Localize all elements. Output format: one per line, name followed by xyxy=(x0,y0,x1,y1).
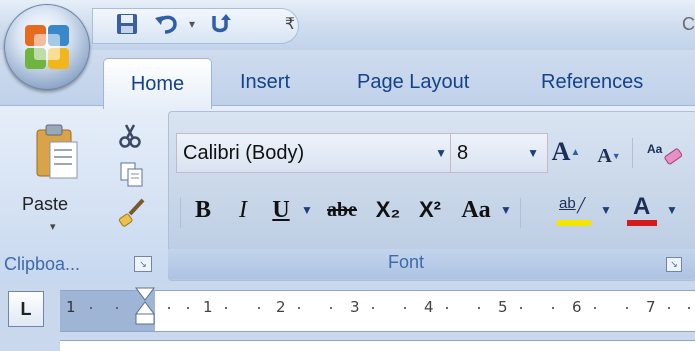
superscript-button[interactable]: X² xyxy=(410,190,450,230)
highlight-color-bar xyxy=(557,220,591,226)
font-color-label: A xyxy=(633,193,651,220)
save-button[interactable] xyxy=(112,12,142,36)
change-case-dropdown-arrow-icon[interactable]: ▼ xyxy=(498,190,514,230)
ruler-tick xyxy=(187,307,189,309)
font-size-value: 8 xyxy=(457,141,469,164)
font-color-bar xyxy=(627,220,657,226)
grow-font-button[interactable]: A ▲ xyxy=(546,132,586,172)
ruler-tick xyxy=(446,307,448,309)
ruler-tick xyxy=(258,307,260,309)
font-group-footer xyxy=(168,249,695,279)
undo-dropdown-arrow-icon[interactable]: ▾ xyxy=(184,12,200,36)
ruler-tick xyxy=(404,307,406,309)
subscript-button[interactable]: X₂ xyxy=(368,190,408,230)
separator xyxy=(632,138,633,168)
format-painter-brush-icon xyxy=(118,198,145,227)
svg-text:Aa: Aa xyxy=(647,142,663,156)
ruler-tick xyxy=(552,307,554,309)
font-group-title: Font xyxy=(388,252,425,272)
office-button[interactable] xyxy=(4,4,90,90)
italic-button[interactable]: I xyxy=(226,190,260,230)
highlighter-pen-icon: ╱ xyxy=(577,197,586,213)
ruler-number-4: 4 xyxy=(424,298,434,316)
highlight-dropdown-arrow-icon[interactable]: ▼ xyxy=(598,190,614,230)
tab-selector-button[interactable]: L xyxy=(8,291,44,327)
ruler-tick xyxy=(298,307,300,309)
redo-icon xyxy=(212,14,231,33)
highlighter-icon: ab ╱ xyxy=(557,193,593,227)
ruler-number-3: 3 xyxy=(350,298,360,316)
clipboard-dialog-launcher-icon[interactable]: ↘ xyxy=(134,256,152,272)
ruler-tick xyxy=(330,307,332,309)
undo-button[interactable] xyxy=(150,12,184,36)
clipboard-group-title: Clipboa... xyxy=(4,254,81,274)
ruler-tick xyxy=(116,307,118,309)
font-color-button[interactable]: A xyxy=(622,190,662,230)
tab-references[interactable]: References xyxy=(541,62,643,102)
ruler-tick xyxy=(520,307,522,309)
document-page-edge[interactable] xyxy=(60,340,695,351)
font-color-icon: A xyxy=(625,193,659,227)
strikethrough-button[interactable]: abe xyxy=(318,190,366,230)
bold-button[interactable]: B xyxy=(186,190,220,230)
font-name-dropdown-arrow-icon[interactable]: ▼ xyxy=(435,146,447,160)
indent-hourglass-icon xyxy=(135,287,155,325)
redo-button[interactable] xyxy=(204,12,238,36)
copy-icon xyxy=(120,162,143,187)
separator xyxy=(520,198,521,228)
grow-font-label: A xyxy=(551,137,571,166)
font-color-dropdown-arrow-icon[interactable]: ▼ xyxy=(664,190,680,230)
ruler-number-1: 1 xyxy=(203,298,213,316)
ruler-number-5: 5 xyxy=(498,298,508,316)
office-logo-icon xyxy=(25,25,69,69)
clear-formatting-button[interactable]: Aa xyxy=(640,134,690,174)
font-dialog-launcher-icon[interactable]: ↘ xyxy=(666,257,682,272)
shrink-font-button[interactable]: A ▼ xyxy=(592,136,626,176)
ruler-tick xyxy=(90,307,92,309)
indent-markers[interactable] xyxy=(134,286,156,328)
copy-button[interactable] xyxy=(118,160,146,188)
change-case-button[interactable]: Aa xyxy=(452,190,500,230)
font-name-value: Calibri (Body) xyxy=(183,141,305,164)
tab-page-layout[interactable]: Page Layout xyxy=(357,62,469,102)
paste-dropdown-arrow-icon[interactable]: ▾ xyxy=(50,220,56,233)
font-size-dropdown-arrow-icon[interactable]: ▼ xyxy=(527,146,539,160)
grow-font-arrow-icon: ▲ xyxy=(570,146,581,158)
paste-label: Paste xyxy=(22,194,69,214)
ruler-tick xyxy=(688,307,690,309)
font-size-combo[interactable]: 8 ▼ xyxy=(450,133,548,173)
save-icon xyxy=(117,14,137,34)
paste-button[interactable]: Paste ▾ xyxy=(20,116,100,240)
ruler-tick xyxy=(478,307,480,309)
tab-home[interactable]: Home xyxy=(103,58,212,109)
paste-icon xyxy=(36,124,78,179)
tab-insert[interactable]: Insert xyxy=(240,62,290,102)
ruler-number-7: 7 xyxy=(646,298,656,316)
clear-formatting-eraser-icon: Aa xyxy=(647,142,683,165)
ruler-label-left-1: 1 xyxy=(66,298,76,316)
highlight-button[interactable]: ab ╱ xyxy=(553,190,597,230)
format-painter-button[interactable] xyxy=(116,196,148,228)
shrink-font-arrow-icon: ▼ xyxy=(611,151,621,161)
customize-qat-icon[interactable]: ₹ xyxy=(280,12,300,36)
window-title: C xyxy=(682,14,695,34)
separator xyxy=(180,198,181,228)
scissors-icon xyxy=(119,124,141,148)
ruler-tick xyxy=(372,307,374,309)
ruler-number-6: 6 xyxy=(572,298,582,316)
underline-button[interactable]: U xyxy=(264,190,298,230)
undo-icon xyxy=(155,15,177,34)
ruler-tick xyxy=(225,307,227,309)
font-name-combo[interactable]: Calibri (Body) ▼ xyxy=(176,133,456,173)
cut-button[interactable] xyxy=(116,122,144,150)
highlight-label: ab xyxy=(559,195,576,212)
ruler-tick xyxy=(668,307,670,309)
shrink-font-label: A xyxy=(597,144,612,167)
underline-dropdown-arrow-icon[interactable]: ▼ xyxy=(298,190,316,230)
ruler-tick xyxy=(594,307,596,309)
ruler-tick xyxy=(168,307,170,309)
ruler-tick xyxy=(626,307,628,309)
ruler-number-2: 2 xyxy=(276,298,286,316)
